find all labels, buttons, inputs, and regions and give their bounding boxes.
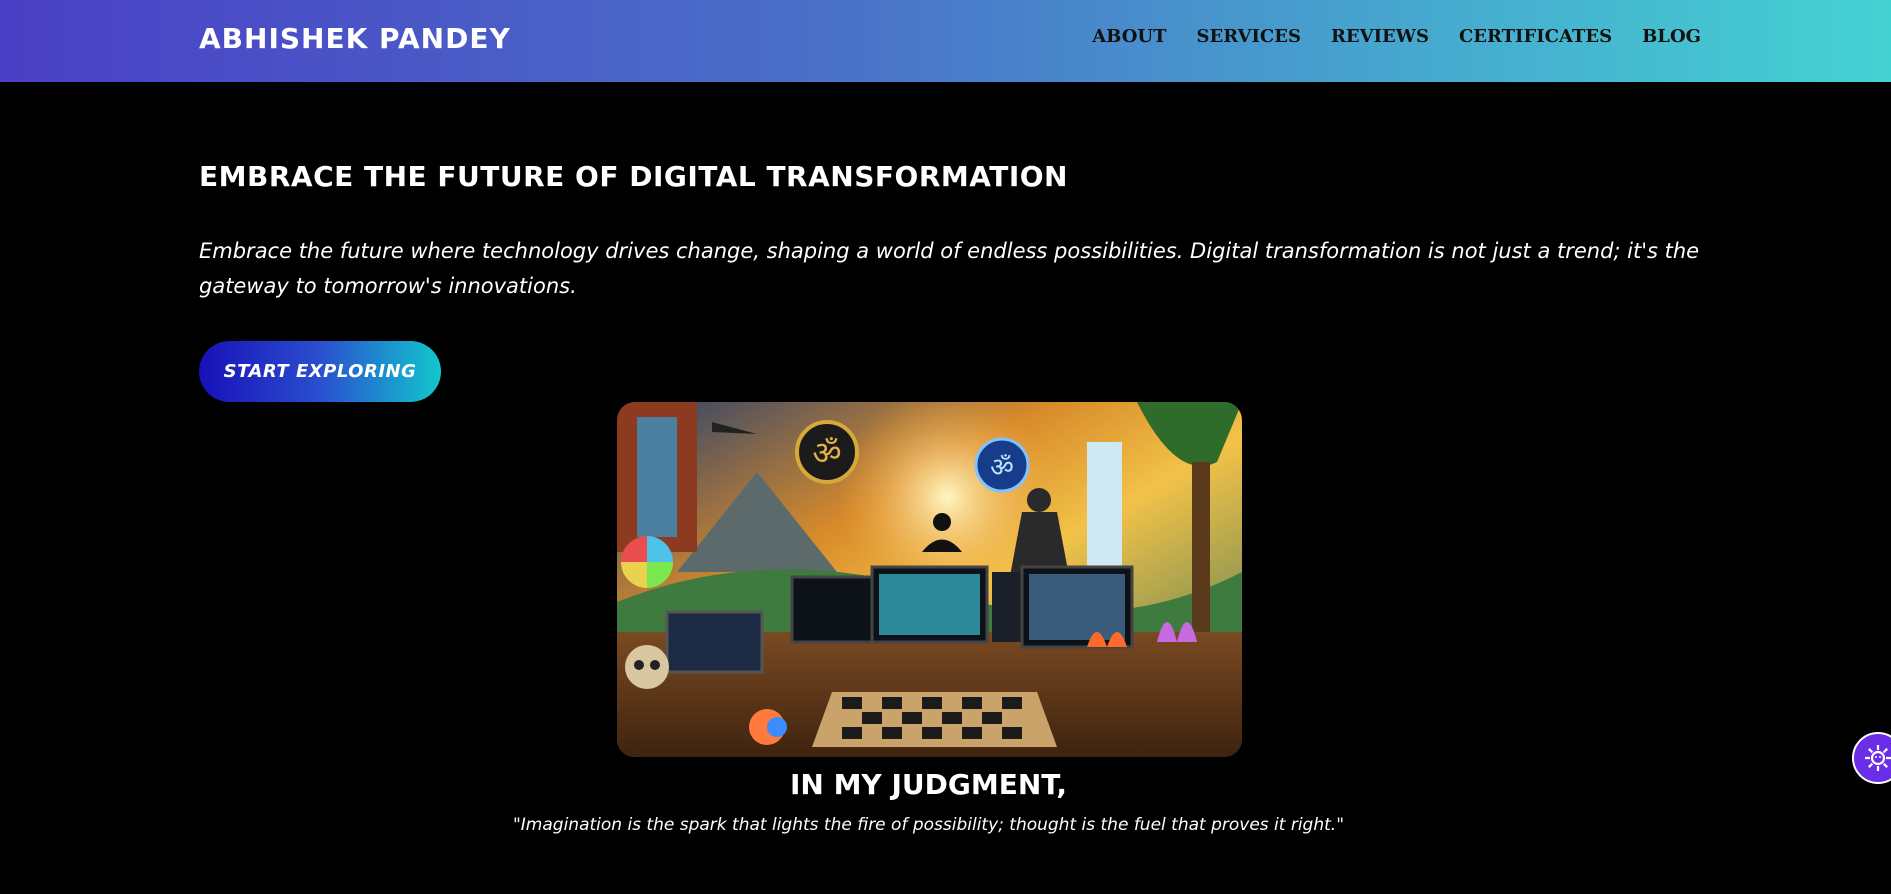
hero-image: ॐ ॐ [617,402,1242,757]
svg-text:ॐ: ॐ [812,434,841,472]
nav-links: ABOUT SERVICES REVIEWS CERTIFICATES BLOG [1092,26,1701,47]
judgment-heading: IN MY JUDGMENT, [789,768,1068,801]
hero-illustration: ॐ ॐ [617,402,1242,757]
svg-text:ॐ: ॐ [990,453,1014,483]
settings-fab-button[interactable] [1852,732,1891,784]
hero-text: Embrace the future where technology driv… [199,239,1700,298]
navbar: ABHISHEK PANDEY ABOUT SERVICES REVIEWS C… [0,0,1891,82]
nav-about-link[interactable]: ABOUT [1092,26,1166,47]
quote-text: "Imagination is the spark that lights th… [512,815,1345,835]
nav-certificates-link[interactable]: CERTIFICATES [1459,26,1612,47]
nav-services-link[interactable]: SERVICES [1196,26,1300,47]
site-logo[interactable]: ABHISHEK PANDEY [199,22,511,55]
nav-reviews-link[interactable]: REVIEWS [1331,26,1429,47]
start-exploring-button[interactable]: START EXPLORING [199,341,441,402]
nav-blog-link[interactable]: BLOG [1642,26,1701,47]
gear-icon [1865,745,1891,771]
hero-title: EMBRACE THE FUTURE OF DIGITAL TRANSFORMA… [199,160,1068,193]
